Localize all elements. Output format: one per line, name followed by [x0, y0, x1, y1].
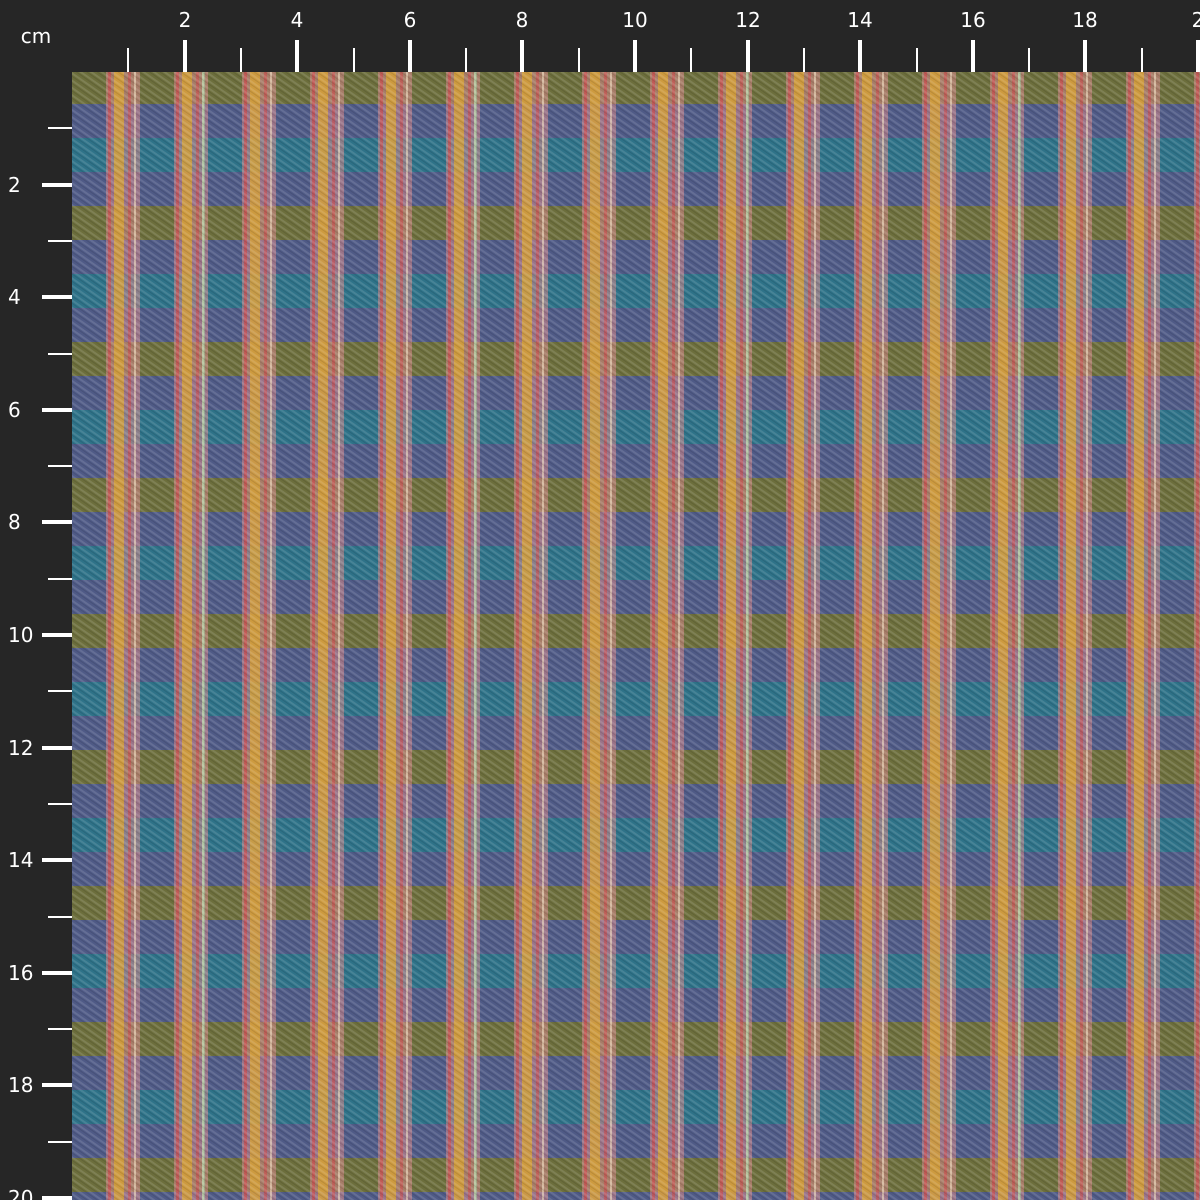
ruler-left-label: 16 — [8, 961, 34, 985]
ruler-major-tick — [42, 408, 72, 412]
ruler-minor-tick — [48, 803, 72, 805]
ruler-top-label: 8 — [515, 8, 529, 32]
ruler-minor-tick — [48, 465, 72, 467]
ruler-minor-tick — [465, 48, 467, 72]
ruler-top-label: 14 — [847, 8, 873, 32]
plaid-pattern — [72, 72, 1200, 1200]
ruler-major-tick — [42, 858, 72, 862]
ruler-minor-tick — [48, 916, 72, 918]
ruler-major-tick — [42, 295, 72, 299]
ruler-minor-tick — [916, 48, 918, 72]
ruler-major-tick — [42, 971, 72, 975]
ruler-minor-tick — [690, 48, 692, 72]
ruler-minor-tick — [578, 48, 580, 72]
ruler-major-tick — [1196, 40, 1200, 72]
ruler-minor-tick — [48, 240, 72, 242]
ruler-left-label: 4 — [8, 285, 21, 309]
ruler-minor-tick — [48, 1141, 72, 1143]
ruler-minor-tick — [48, 1028, 72, 1030]
ruler-left-label: 2 — [8, 173, 21, 197]
ruler-top-label: 10 — [622, 8, 648, 32]
ruler-major-tick — [42, 1196, 72, 1200]
ruler-major-tick — [971, 40, 975, 72]
ruler-minor-tick — [48, 690, 72, 692]
ruler-left-label: 20 — [8, 1186, 34, 1200]
ruler-left: 2 4 6 8 10 12 14 16 18 20 — [0, 72, 72, 1200]
ruler-major-tick — [42, 183, 72, 187]
ruler-left-label: 10 — [8, 623, 34, 647]
ruler-top: 2 4 6 8 10 12 14 16 18 2 — [72, 0, 1200, 72]
ruler-left-label: 8 — [8, 510, 21, 534]
ruler-minor-tick — [127, 48, 129, 72]
ruler-left-label: 14 — [8, 848, 34, 872]
fabric-swatch-image — [72, 72, 1200, 1200]
ruler-major-tick — [746, 40, 750, 72]
ruler-minor-tick — [240, 48, 242, 72]
ruler-major-tick — [42, 633, 72, 637]
ruler-major-tick — [42, 520, 72, 524]
ruler-left-label: 12 — [8, 736, 34, 760]
ruler-minor-tick — [48, 353, 72, 355]
ruler-major-tick — [183, 40, 187, 72]
ruler-minor-tick — [1141, 48, 1143, 72]
ruler-major-tick — [42, 746, 72, 750]
unit-label: cm — [20, 24, 52, 48]
ruler-top-label: 16 — [960, 8, 986, 32]
ruler-minor-tick — [353, 48, 355, 72]
ruler-left-label: 6 — [8, 398, 21, 422]
ruler-major-tick — [295, 40, 299, 72]
ruler-major-tick — [42, 1083, 72, 1087]
ruler-minor-tick — [803, 48, 805, 72]
ruler-top-label: 4 — [290, 8, 304, 32]
ruler-minor-tick — [1028, 48, 1030, 72]
ruler-top-label: 12 — [735, 8, 761, 32]
ruler-left-label: 18 — [8, 1073, 34, 1097]
ruler-top-label: 2 — [178, 8, 192, 32]
twill-texture — [72, 72, 1200, 1200]
ruler-top-label: 2 — [1191, 8, 1200, 32]
ruler-major-tick — [1083, 40, 1087, 72]
ruler-major-tick — [633, 40, 637, 72]
ruler-top-label: 6 — [403, 8, 417, 32]
ruler-minor-tick — [48, 127, 72, 129]
ruler-top-label: 18 — [1072, 8, 1098, 32]
ruler-major-tick — [858, 40, 862, 72]
ruler-major-tick — [408, 40, 412, 72]
ruler-major-tick — [520, 40, 524, 72]
ruler-minor-tick — [48, 578, 72, 580]
